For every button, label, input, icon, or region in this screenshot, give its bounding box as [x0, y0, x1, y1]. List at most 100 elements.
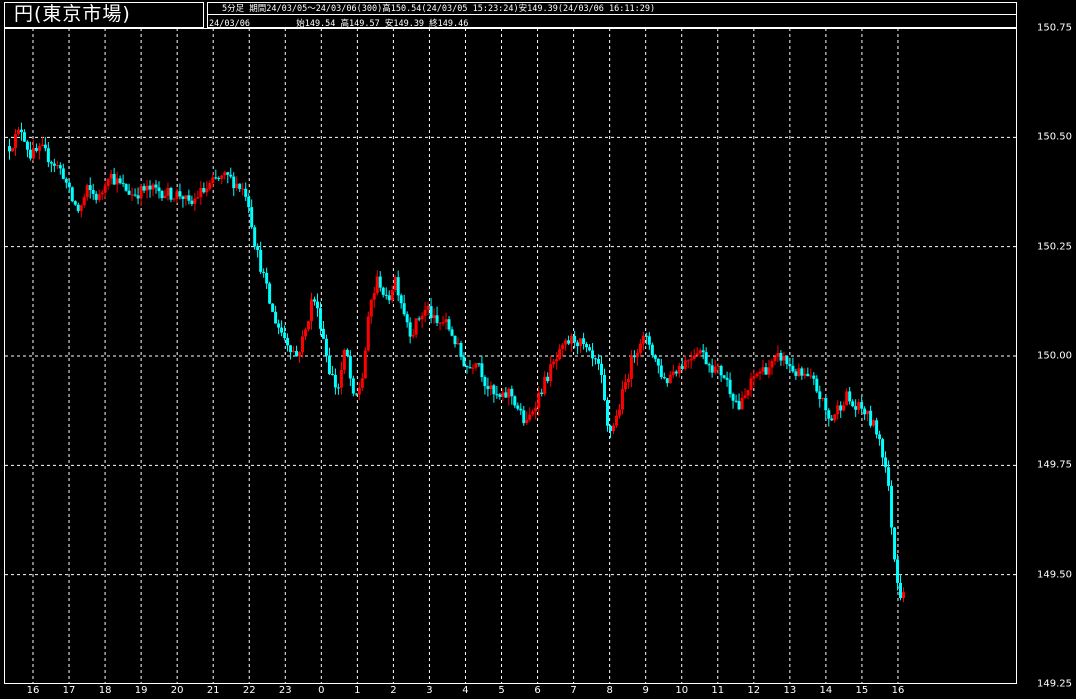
candle-up — [208, 182, 212, 189]
x-tick-label: 15 — [855, 685, 869, 696]
candle-down — [318, 308, 322, 329]
candle-up — [441, 322, 445, 324]
candle-down — [731, 393, 735, 401]
candle-down — [477, 363, 481, 365]
candle-down — [516, 405, 520, 409]
candle-down — [462, 356, 466, 367]
candle-up — [115, 178, 119, 185]
candle-down — [468, 367, 472, 369]
candle-down — [187, 195, 191, 201]
y-tick-label: 150.75 — [1037, 22, 1072, 34]
y-tick-label: 150.00 — [1037, 350, 1072, 362]
candle-down — [510, 388, 514, 397]
x-tick-label: 6 — [534, 685, 541, 696]
candle-up — [211, 177, 215, 183]
candle-up — [55, 165, 59, 167]
candle-down — [632, 355, 636, 358]
candle-down — [133, 194, 137, 196]
candle-down — [88, 185, 92, 191]
candle-down — [800, 368, 804, 376]
x-tick-label: 7 — [570, 685, 577, 696]
candle-down — [450, 329, 454, 336]
candle-down — [259, 250, 263, 272]
candle-up — [614, 415, 618, 426]
candle-down — [465, 366, 469, 368]
x-tick-label: 22 — [242, 685, 256, 696]
candle-down — [608, 425, 612, 432]
candle-down — [250, 207, 254, 228]
candle-down — [764, 367, 768, 375]
candle-up — [749, 378, 753, 391]
candle-up — [695, 353, 699, 356]
candle-up — [507, 388, 511, 398]
x-tick-label: 16 — [26, 685, 40, 696]
candle-down — [244, 188, 248, 197]
candle-up — [821, 398, 825, 400]
y-tick-label: 149.75 — [1037, 459, 1072, 471]
candle-up — [97, 194, 101, 200]
candle-down — [818, 391, 822, 399]
candle-down — [91, 190, 95, 194]
candle-down — [28, 149, 32, 159]
candle-up — [393, 277, 397, 291]
x-tick-label: 3 — [426, 685, 433, 696]
candle-up — [426, 306, 430, 310]
candle-down — [286, 338, 290, 346]
candle-down — [659, 365, 663, 378]
candle-up — [833, 414, 837, 421]
candle-down — [46, 148, 50, 163]
candle-down — [190, 200, 194, 204]
x-tick-label: 11 — [711, 685, 725, 696]
candle-down — [887, 467, 891, 486]
candle-up — [534, 407, 538, 412]
candle-down — [232, 176, 236, 189]
candle-up — [803, 373, 807, 376]
candle-up — [31, 147, 35, 159]
candle-down — [399, 295, 403, 304]
candle-down — [588, 347, 592, 351]
candle-down — [680, 366, 684, 369]
candle-down — [704, 352, 708, 365]
candle-up — [372, 293, 376, 300]
candle-down — [378, 276, 382, 288]
candle-down — [603, 375, 606, 401]
x-tick-label: 1 — [354, 685, 361, 696]
candle-down — [710, 365, 714, 373]
candle-down — [280, 327, 284, 333]
candle-up — [620, 389, 624, 410]
candle-down — [447, 319, 451, 330]
candle-up — [16, 129, 20, 135]
candle-down — [453, 335, 457, 345]
candle-down — [725, 377, 729, 380]
candle-up — [339, 369, 343, 388]
candle-down — [8, 146, 11, 152]
candle-down — [274, 311, 278, 324]
candle-down — [863, 408, 867, 415]
candle-down — [312, 299, 316, 302]
x-tick-label: 0 — [318, 685, 325, 696]
x-tick-label: 9 — [642, 685, 649, 696]
candle-up — [626, 378, 630, 383]
candle-down — [348, 356, 352, 379]
candle-down — [214, 177, 218, 179]
x-tick-label: 17 — [62, 685, 76, 696]
candle-up — [241, 188, 245, 190]
candle-up — [617, 409, 621, 416]
candle-up — [668, 374, 672, 384]
candle-up — [686, 360, 690, 362]
candle-up — [309, 299, 313, 322]
candle-down — [701, 350, 705, 353]
candle-down — [459, 342, 463, 357]
candle-up — [543, 376, 547, 394]
candle-down — [647, 336, 651, 345]
candle-down — [576, 342, 580, 347]
candle-up — [85, 185, 89, 198]
y-tick-label: 149.50 — [1037, 569, 1072, 581]
candle-down — [486, 386, 490, 390]
candle-up — [489, 385, 493, 390]
candle-down — [878, 434, 882, 440]
candle-up — [366, 316, 370, 351]
candle-down — [513, 396, 517, 406]
candle-up — [414, 318, 418, 335]
candle-up — [525, 419, 529, 424]
